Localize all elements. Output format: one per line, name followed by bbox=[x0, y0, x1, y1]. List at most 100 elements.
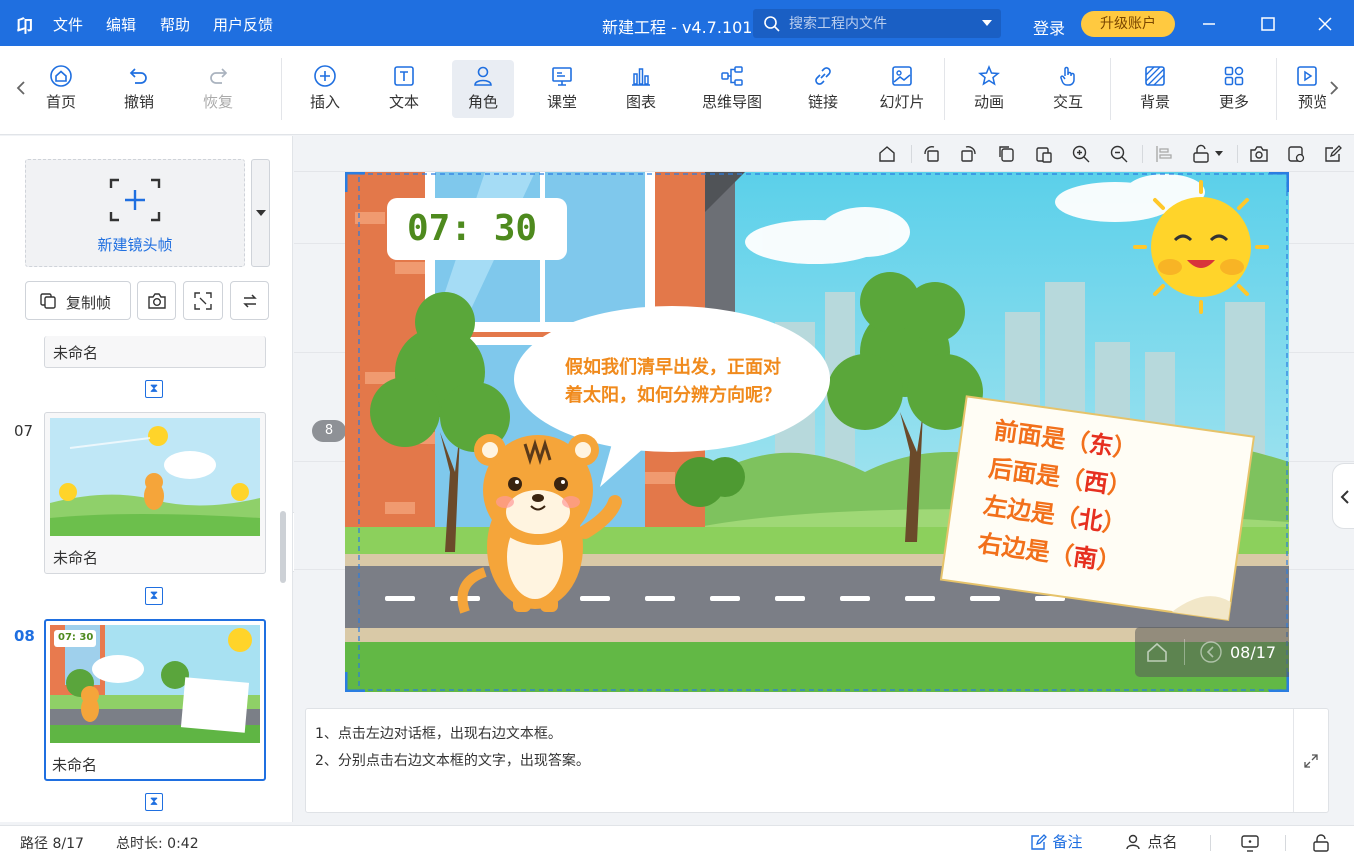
toolbar-text[interactable]: 文本 bbox=[373, 60, 435, 118]
home-icon[interactable] bbox=[877, 144, 897, 164]
record-icon[interactable] bbox=[1286, 144, 1306, 164]
camera-icon[interactable] bbox=[1249, 144, 1269, 164]
home-icon bbox=[50, 65, 72, 87]
notes-toggle-button[interactable]: 备注 bbox=[1030, 831, 1082, 852]
frame-item[interactable]: 未命名 bbox=[44, 412, 266, 574]
status-bar: 路径 8/17 总时长: 0:42 备注 点名 bbox=[0, 825, 1354, 857]
align-left-icon[interactable] bbox=[1154, 144, 1174, 164]
toolbar-divider bbox=[281, 58, 282, 120]
toolbar-insert[interactable]: 插入 bbox=[294, 60, 356, 118]
toolbar-animation[interactable]: 动画 bbox=[958, 60, 1020, 118]
minimize-icon[interactable] bbox=[1201, 16, 1217, 32]
login-link[interactable]: 登录 bbox=[1033, 15, 1065, 39]
switch-frame-button[interactable] bbox=[230, 281, 269, 320]
copy-frame-button[interactable]: 复制帧 bbox=[25, 281, 131, 320]
prev-page-icon[interactable] bbox=[1199, 640, 1223, 664]
copy-icon bbox=[40, 293, 56, 309]
toolbar-slide[interactable]: 幻灯片 bbox=[871, 60, 933, 118]
toolbar-label: 课堂 bbox=[546, 93, 577, 111]
zoom-in-icon[interactable] bbox=[1071, 144, 1091, 164]
maximize-icon[interactable] bbox=[1260, 16, 1276, 32]
canvas-toolbar bbox=[294, 136, 1354, 172]
menu-edit[interactable]: 编辑 bbox=[106, 14, 136, 35]
copy-frame-label: 复制帧 bbox=[66, 294, 112, 312]
star-icon bbox=[978, 65, 1000, 86]
toolbar-character[interactable]: 角色 bbox=[452, 60, 514, 118]
home-icon[interactable] bbox=[1145, 640, 1169, 664]
grid-icon bbox=[1224, 66, 1244, 86]
transition-icon[interactable]: ⧗ bbox=[145, 587, 163, 605]
toolbar-mindmap[interactable]: 思维导图 bbox=[700, 60, 764, 118]
frame-item-selected[interactable]: 07: 30 未命名 bbox=[44, 619, 266, 781]
rotate-right-icon[interactable] bbox=[958, 144, 978, 164]
menu-help[interactable]: 帮助 bbox=[160, 14, 190, 35]
toolbar-label: 首页 bbox=[45, 93, 76, 111]
right-panel-toggle[interactable] bbox=[1332, 463, 1354, 529]
toolbar-label: 撤销 bbox=[123, 93, 154, 111]
search-box[interactable] bbox=[753, 9, 1001, 38]
transition-icon[interactable]: ⧗ bbox=[145, 793, 163, 811]
transition-icon[interactable]: ⧗ bbox=[145, 380, 163, 398]
unlock-icon[interactable] bbox=[1191, 144, 1211, 164]
fit-frame-button[interactable] bbox=[183, 281, 223, 320]
link-icon bbox=[815, 67, 831, 85]
camera-icon bbox=[148, 293, 166, 309]
toolbar-link[interactable]: 链接 bbox=[792, 60, 854, 118]
search-input[interactable] bbox=[789, 14, 979, 34]
expand-icon[interactable] bbox=[1303, 753, 1319, 769]
user-icon bbox=[1126, 834, 1140, 849]
notes-editor[interactable]: 1、点击左边对话框，出现右边文本框。 2、分别点击右边文本框的文字，出现答案。 bbox=[305, 708, 1329, 813]
toolbar-redo[interactable]: 恢复 bbox=[187, 60, 249, 118]
toolbar-background[interactable]: 背景 bbox=[1124, 60, 1186, 118]
frame-panel: 新建镜头帧 复制帧 未命名 ⧗ 07 未命名 ⧗ 08 07: 30 未命名 ⧗ bbox=[0, 136, 293, 822]
toolbar-preview[interactable]: 预览 bbox=[1288, 60, 1326, 118]
close-icon[interactable] bbox=[1317, 16, 1333, 32]
toolbar-classroom[interactable]: 课堂 bbox=[531, 60, 593, 118]
frame-name: 未命名 bbox=[53, 344, 99, 362]
toolbar-label: 插入 bbox=[309, 93, 340, 111]
answer-prefix: 右边是 bbox=[976, 529, 1052, 567]
slide-canvas[interactable]: 07: 30 假如我们清早出发，正面对 着太阳，如何分辨方向呢？ 前面是（东） … bbox=[345, 172, 1289, 692]
toolbar-label: 背景 bbox=[1139, 93, 1170, 111]
speech-bubble[interactable]: 假如我们清早出发，正面对 着太阳，如何分辨方向呢？ bbox=[543, 354, 803, 410]
present-icon[interactable] bbox=[1240, 833, 1260, 853]
classroom-icon bbox=[552, 67, 572, 86]
answer-prefix: 左边是 bbox=[981, 491, 1057, 530]
copy-icon[interactable] bbox=[997, 144, 1017, 164]
paste-icon[interactable] bbox=[1034, 144, 1054, 164]
new-frame-icon bbox=[109, 178, 161, 222]
lock-icon[interactable] bbox=[1311, 833, 1331, 853]
toolbar-home[interactable]: 首页 bbox=[30, 60, 92, 118]
character-icon bbox=[474, 66, 492, 86]
title-bar: 卬 文件 编辑 帮助 用户反馈 新建工程 - v4.7.101 登录 升级账户 bbox=[0, 0, 1354, 46]
scroll-right-icon[interactable] bbox=[1329, 80, 1339, 96]
clock-text[interactable]: 07: 30 bbox=[407, 208, 537, 249]
new-frame-dropdown[interactable] bbox=[251, 159, 270, 267]
notes-text[interactable]: 1、点击左边对话框，出现右边文本框。 2、分别点击右边文本框的文字，出现答案。 bbox=[315, 721, 590, 775]
notes-line: 2、分别点击右边文本框的文字，出现答案。 bbox=[315, 753, 590, 769]
menu-file[interactable]: 文件 bbox=[53, 14, 83, 35]
scroll-left-icon[interactable] bbox=[16, 80, 26, 96]
upgrade-button[interactable]: 升级账户 bbox=[1081, 11, 1175, 37]
chevron-down-icon[interactable] bbox=[1215, 151, 1223, 157]
rotate-left-icon[interactable] bbox=[922, 144, 942, 164]
mindmap-icon bbox=[721, 66, 743, 86]
undo-icon bbox=[129, 68, 147, 84]
rollcall-button[interactable]: 点名 bbox=[1125, 831, 1177, 852]
toolbar-chart[interactable]: 图表 bbox=[610, 60, 672, 118]
plus-circle-icon bbox=[314, 65, 336, 87]
toolbar-interaction[interactable]: 交互 bbox=[1037, 60, 1099, 118]
toolbar-more[interactable]: 更多 bbox=[1203, 60, 1265, 118]
frame-badge[interactable]: 8 bbox=[312, 420, 346, 442]
menu-feedback[interactable]: 用户反馈 bbox=[213, 14, 273, 35]
scrollbar-thumb[interactable] bbox=[280, 511, 286, 583]
screenshot-frame-button[interactable] bbox=[137, 281, 176, 320]
new-frame-button[interactable]: 新建镜头帧 bbox=[25, 159, 245, 267]
rollcall-label: 点名 bbox=[1147, 833, 1178, 851]
edit-icon[interactable] bbox=[1323, 144, 1343, 164]
toolbar-label: 预览 bbox=[1298, 93, 1326, 111]
toolbar-undo[interactable]: 撤销 bbox=[108, 60, 170, 118]
frame-item[interactable]: 未命名 bbox=[44, 336, 266, 368]
chevron-down-icon[interactable] bbox=[982, 20, 992, 27]
zoom-out-icon[interactable] bbox=[1109, 144, 1129, 164]
